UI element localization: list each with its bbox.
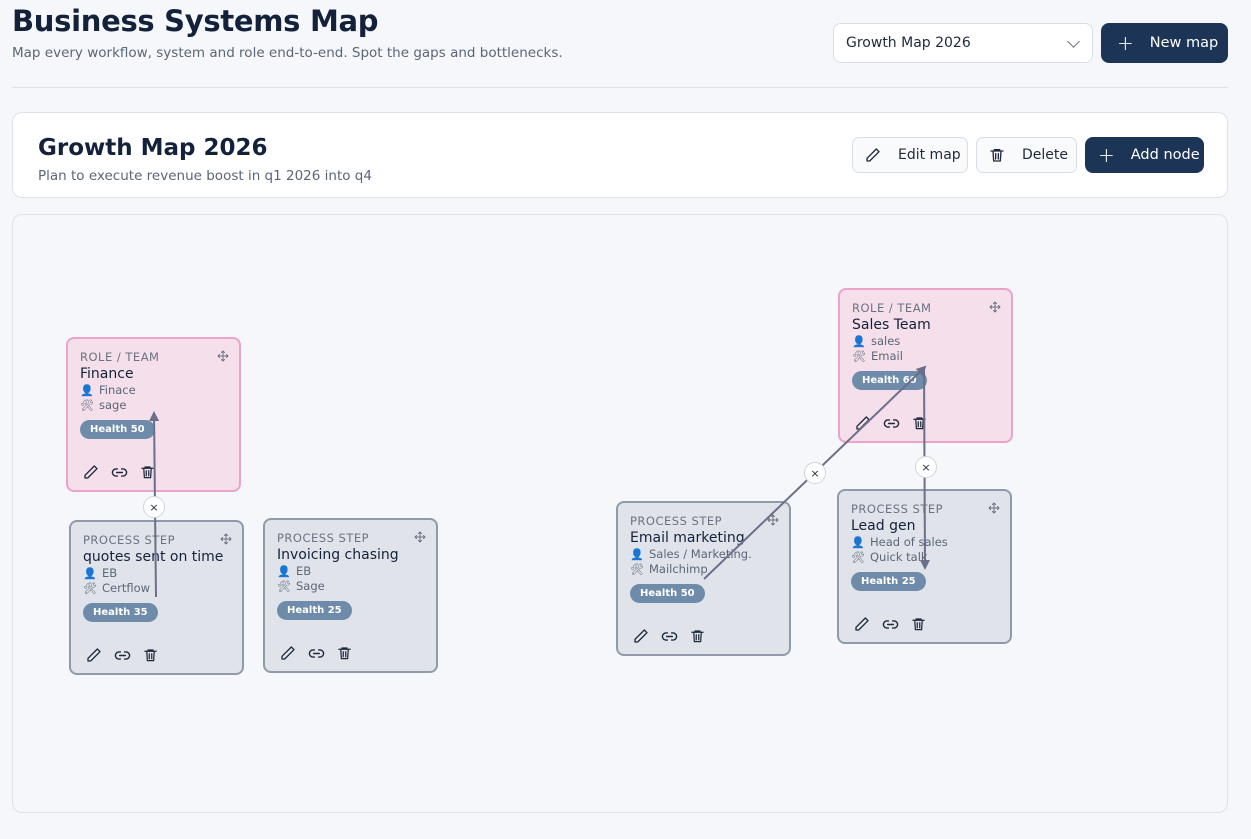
move-icon[interactable] bbox=[989, 301, 1001, 313]
node-lead-gen[interactable]: PROCESS STEP Lead gen 👤 Head of sales 🛠 Qu… bbox=[837, 489, 1012, 644]
edit-map-button[interactable]: Edit map bbox=[852, 137, 968, 173]
trash-icon[interactable] bbox=[335, 644, 353, 662]
tools-icon: 🛠 bbox=[851, 550, 865, 564]
divider bbox=[12, 87, 1228, 88]
link-icon[interactable] bbox=[660, 627, 678, 645]
remove-edge-button[interactable]: × bbox=[915, 456, 937, 478]
link-icon[interactable] bbox=[882, 414, 900, 432]
link-icon[interactable] bbox=[110, 463, 128, 481]
node-name: Finance bbox=[80, 366, 134, 382]
tools-icon: 🛠 bbox=[852, 349, 866, 363]
edit-node-icon[interactable] bbox=[82, 463, 100, 481]
node-type: PROCESS STEP bbox=[277, 531, 370, 545]
edit-map-label: Edit map bbox=[898, 147, 961, 163]
person-icon: 👤 bbox=[80, 383, 94, 397]
health-badge: Health 25 bbox=[851, 572, 926, 591]
add-node-label: Add node bbox=[1130, 147, 1200, 163]
health-badge: Health 25 bbox=[277, 601, 352, 620]
node-name: Lead gen bbox=[851, 518, 916, 534]
node-sales-team[interactable]: ROLE / TEAM Sales Team 👤 sales 🛠 Email Hea… bbox=[838, 288, 1013, 443]
node-owner: Sales / Marketing. bbox=[649, 547, 752, 561]
tools-icon: 🛠 bbox=[83, 581, 97, 595]
move-icon[interactable] bbox=[220, 533, 232, 545]
remove-edge-button[interactable]: × bbox=[804, 462, 826, 484]
new-map-label: New map bbox=[1149, 35, 1219, 51]
new-map-button[interactable]: + New map bbox=[1101, 23, 1228, 63]
node-owner: EB bbox=[102, 566, 118, 580]
node-owner: EB bbox=[296, 564, 312, 578]
person-icon: 👤 bbox=[277, 564, 291, 578]
node-owner: Finace bbox=[99, 383, 136, 397]
trash-icon[interactable] bbox=[138, 463, 156, 481]
map-name: Growth Map 2026 bbox=[38, 135, 268, 161]
edit-node-icon[interactable] bbox=[854, 414, 872, 432]
node-finance[interactable]: ROLE / TEAM Finance 👤 Finace 🛠 sage Health… bbox=[66, 337, 241, 492]
health-badge: Health 50 bbox=[630, 584, 705, 603]
node-owner: Head of sales bbox=[870, 535, 948, 549]
node-name: quotes sent on time bbox=[83, 549, 224, 565]
pencil-icon bbox=[866, 148, 880, 162]
page-subtitle: Map every workflow, system and role end-… bbox=[12, 45, 563, 61]
edit-node-icon[interactable] bbox=[853, 615, 871, 633]
node-type: ROLE / TEAM bbox=[80, 350, 160, 364]
person-icon: 👤 bbox=[852, 334, 866, 348]
trash-icon[interactable] bbox=[141, 646, 159, 664]
node-type: PROCESS STEP bbox=[83, 533, 176, 547]
link-icon[interactable] bbox=[113, 646, 131, 664]
trash-icon bbox=[990, 149, 1004, 162]
map-description: Plan to execute revenue boost in q1 2026… bbox=[38, 168, 372, 184]
node-quotes-sent-on-time[interactable]: PROCESS STEP quotes sent on time 👤 EB 🛠 Ce… bbox=[69, 520, 244, 675]
tools-icon: 🛠 bbox=[277, 579, 291, 593]
node-name: Invoicing chasing bbox=[277, 547, 399, 563]
edit-node-icon[interactable] bbox=[279, 644, 297, 662]
node-name: Sales Team bbox=[852, 317, 931, 333]
person-icon: 👤 bbox=[83, 566, 97, 580]
map-header-card: Growth Map 2026 Plan to execute revenue … bbox=[12, 112, 1228, 198]
node-invoicing-chasing[interactable]: PROCESS STEP Invoicing chasing 👤 EB 🛠 Sage… bbox=[263, 518, 438, 673]
page-title: Business Systems Map bbox=[12, 4, 379, 38]
move-icon[interactable] bbox=[988, 502, 1000, 514]
map-selector[interactable]: Growth Map 2026 bbox=[833, 23, 1093, 63]
node-owner: sales bbox=[871, 334, 901, 348]
health-badge: Health 35 bbox=[83, 603, 158, 622]
trash-icon[interactable] bbox=[688, 627, 706, 645]
node-tool: Sage bbox=[296, 579, 325, 593]
node-tool: Quick talk bbox=[870, 550, 928, 564]
tools-icon: 🛠 bbox=[630, 562, 644, 576]
edit-node-icon[interactable] bbox=[632, 627, 650, 645]
link-icon[interactable] bbox=[307, 644, 325, 662]
node-type: PROCESS STEP bbox=[851, 502, 944, 516]
node-type: ROLE / TEAM bbox=[852, 301, 932, 315]
map-canvas[interactable]: ROLE / TEAM Finance 👤 Finace 🛠 sage Health… bbox=[12, 214, 1228, 813]
edit-node-icon[interactable] bbox=[85, 646, 103, 664]
tools-icon: 🛠 bbox=[80, 398, 94, 412]
delete-label: Delete bbox=[1022, 147, 1068, 163]
node-tool: Email bbox=[871, 349, 903, 363]
trash-icon[interactable] bbox=[910, 414, 928, 432]
person-icon: 👤 bbox=[630, 547, 644, 561]
link-icon[interactable] bbox=[881, 615, 899, 633]
health-badge: Health 60 bbox=[852, 371, 927, 390]
move-icon[interactable] bbox=[414, 531, 426, 543]
node-tool: Mailchimp bbox=[649, 562, 708, 576]
health-badge: Health 50 bbox=[80, 420, 155, 439]
person-icon: 👤 bbox=[851, 535, 865, 549]
node-name: Email marketing bbox=[630, 530, 745, 546]
node-tool: sage bbox=[99, 398, 127, 412]
move-icon[interactable] bbox=[767, 514, 779, 526]
plus-icon: + bbox=[1117, 31, 1134, 55]
add-node-button[interactable]: + Add node bbox=[1085, 137, 1204, 173]
map-selector-value: Growth Map 2026 bbox=[846, 35, 971, 51]
node-tool: Certflow bbox=[102, 581, 151, 595]
node-type: PROCESS STEP bbox=[630, 514, 723, 528]
move-icon[interactable] bbox=[217, 350, 229, 362]
chevron-down-icon bbox=[1067, 35, 1080, 48]
plus-icon: + bbox=[1098, 143, 1115, 167]
remove-edge-button[interactable]: × bbox=[143, 496, 165, 518]
trash-icon[interactable] bbox=[909, 615, 927, 633]
node-email-marketing[interactable]: PROCESS STEP Email marketing 👤 Sales / Ma… bbox=[616, 501, 791, 656]
delete-map-button[interactable]: Delete bbox=[976, 137, 1077, 173]
